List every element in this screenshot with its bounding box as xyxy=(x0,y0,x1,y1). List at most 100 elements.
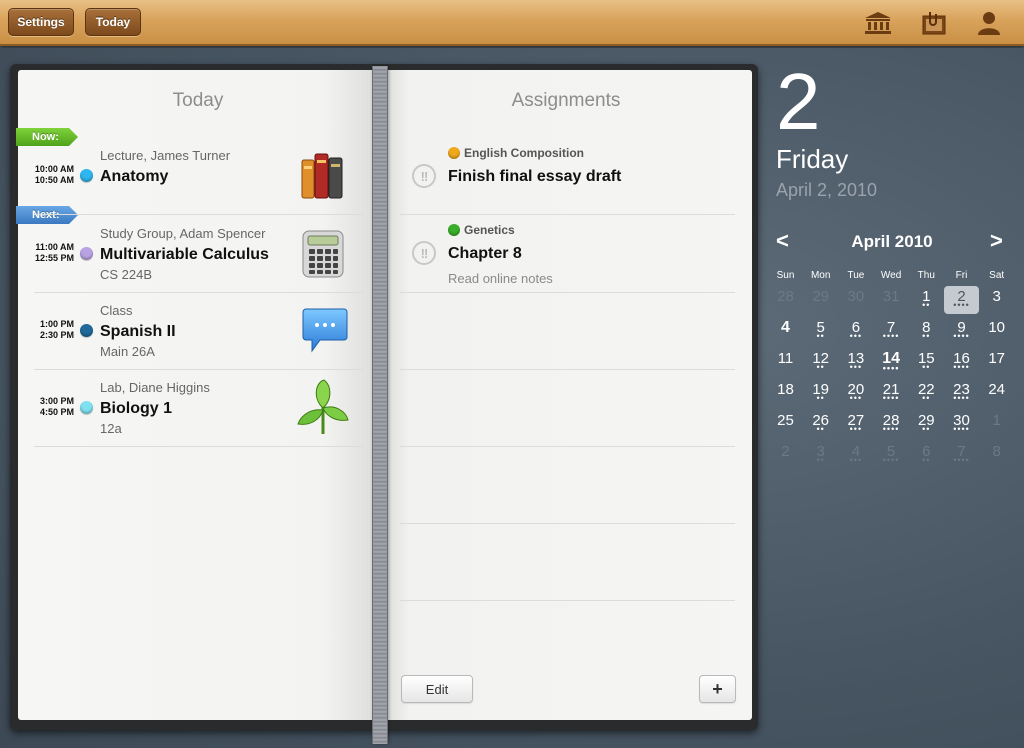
plant-icon xyxy=(296,378,349,434)
next-month-button[interactable]: > xyxy=(990,228,1003,254)
class-row[interactable]: 1:00 PM 2:30 PM Class Spanish II Main 26A xyxy=(22,295,352,371)
class-time: 3:00 PM 4:50 PM xyxy=(39,396,74,417)
calendar-header: April 2010 < > xyxy=(772,228,1012,258)
assignment-course: English Composition xyxy=(448,146,584,160)
calendar-day-number: 29 xyxy=(812,288,830,305)
weekday-header: Mon xyxy=(810,270,831,281)
calendar-day[interactable]: 2 xyxy=(768,441,803,469)
calendar-day[interactable]: 1 •• xyxy=(909,286,944,314)
calendar-day[interactable]: 4 xyxy=(768,317,803,345)
calendar-day[interactable]: 6 ••• xyxy=(838,317,873,345)
calendar-day[interactable]: 7 •••• xyxy=(944,441,979,469)
assignment-row[interactable]: !! Genetics Chapter 8 Read online notes xyxy=(408,217,738,293)
calendar-day[interactable]: 7 •••• xyxy=(874,317,909,345)
calendar-day[interactable]: 31 xyxy=(874,286,909,314)
event-dots: •• xyxy=(816,362,825,372)
calendar-day[interactable]: 21 •••• xyxy=(874,379,909,407)
calendar-day[interactable]: 19 •• xyxy=(803,379,838,407)
calendar-day[interactable]: 8 •• xyxy=(909,317,944,345)
calendar-day[interactable]: 22 •• xyxy=(909,379,944,407)
calendar-day[interactable]: 25 xyxy=(768,410,803,438)
calendar-day[interactable]: 5 •••• xyxy=(874,441,909,469)
class-row[interactable]: 3:00 PM 4:50 PM Lab, Diane Higgins Biolog… xyxy=(22,372,352,448)
event-dots: ••• xyxy=(849,424,863,434)
calendar-day[interactable]: 11 xyxy=(768,348,803,376)
class-color-dot xyxy=(80,324,93,337)
class-subtitle: Class xyxy=(100,303,133,318)
row-divider xyxy=(34,369,364,370)
calendar-day[interactable]: 10 xyxy=(979,317,1014,345)
prev-month-button[interactable]: < xyxy=(776,228,789,254)
class-time: 1:00 PM 2:30 PM xyxy=(39,319,74,340)
calendar-day[interactable]: 5 •• xyxy=(803,317,838,345)
calendar-day[interactable]: 3 xyxy=(979,286,1014,314)
event-dots: •• xyxy=(922,455,931,465)
event-dots: •••• xyxy=(953,424,970,434)
calendar-day-number: 11 xyxy=(777,350,794,367)
event-dots: •••• xyxy=(882,455,900,465)
calendar-day[interactable]: 30 •••• xyxy=(944,410,979,438)
calendar-day[interactable]: 4 ••• xyxy=(838,441,873,469)
calendar-day[interactable]: 27 ••• xyxy=(838,410,873,438)
priority-icon[interactable]: !! xyxy=(412,241,436,265)
calendar-day[interactable]: 14 •••• xyxy=(874,348,909,376)
class-row[interactable]: 10:00 AM 10:50 AM Lecture, James Turner A… xyxy=(22,140,352,216)
weekday-label: Friday xyxy=(776,144,849,174)
settings-button[interactable]: Settings xyxy=(8,8,74,36)
assignment-row[interactable]: !! English Composition Finish final essa… xyxy=(408,140,738,216)
class-room: 12a xyxy=(100,421,122,436)
calendar-day[interactable]: 8 xyxy=(979,441,1014,469)
assignment-clip-icon[interactable] xyxy=(918,8,950,38)
row-divider xyxy=(400,214,735,215)
class-row[interactable]: 11:00 AM 12:55 PM Study Group, Adam Spenc… xyxy=(22,218,352,294)
calendar-day[interactable]: 16 •••• xyxy=(944,348,979,376)
event-dots: ••• xyxy=(849,393,863,403)
calendar-day[interactable]: 3 •• xyxy=(803,441,838,469)
books-icon xyxy=(300,150,348,202)
event-dots: •• xyxy=(922,362,931,372)
weekday-header: Fri xyxy=(955,270,968,281)
calendar-day[interactable]: 9 •••• xyxy=(944,317,979,345)
calendar-day[interactable]: 28 xyxy=(768,286,803,314)
assignment-title: Chapter 8 xyxy=(448,245,522,262)
class-title: Multivariable Calculus xyxy=(100,246,269,263)
calendar-day-number: 25 xyxy=(777,412,794,429)
calendar-day-number: 8 xyxy=(992,443,1001,460)
weekday-header: Wed xyxy=(880,270,902,281)
class-title: Biology 1 xyxy=(100,400,173,417)
calendar-day[interactable]: 18 xyxy=(768,379,803,407)
calendar-day[interactable]: 15 •• xyxy=(909,348,944,376)
calendar-day-selected[interactable]: 2 •••• xyxy=(944,286,979,314)
calendar-day[interactable]: 29 xyxy=(803,286,838,314)
calendar-day[interactable]: 17 xyxy=(979,348,1014,376)
calendar-day[interactable]: 13 ••• xyxy=(838,348,873,376)
priority-icon[interactable]: !! xyxy=(412,164,436,188)
event-dots: •••• xyxy=(953,362,970,372)
calendar-day[interactable]: 1 xyxy=(979,410,1014,438)
row-divider xyxy=(400,369,735,370)
calendar-day[interactable]: 30 xyxy=(838,286,873,314)
class-subtitle: Lecture, James Turner xyxy=(100,148,231,163)
calendar-day[interactable]: 20 ••• xyxy=(838,379,873,407)
event-dots: •• xyxy=(816,393,825,403)
row-divider xyxy=(400,600,735,601)
calendar-day[interactable]: 26 •• xyxy=(803,410,838,438)
event-dots: ••• xyxy=(849,455,863,465)
class-subtitle: Lab, Diane Higgins xyxy=(100,380,210,395)
event-dots: •• xyxy=(816,331,825,341)
calendar-day[interactable]: 28 •••• xyxy=(874,410,909,438)
weekday-header: Sun xyxy=(776,270,795,281)
edit-button[interactable]: Edit xyxy=(401,675,473,703)
calendar-day[interactable]: 6 •• xyxy=(909,441,944,469)
profile-icon[interactable] xyxy=(973,8,1005,38)
calendar-day-number: 31 xyxy=(882,288,900,305)
calendar-day[interactable]: 23 •••• xyxy=(944,379,979,407)
event-dots: •••• xyxy=(953,300,970,310)
class-color-dot xyxy=(80,169,93,182)
calendar-day[interactable]: 29 •• xyxy=(909,410,944,438)
calendar-day[interactable]: 24 xyxy=(979,379,1014,407)
today-button[interactable]: Today xyxy=(85,8,141,36)
school-icon[interactable] xyxy=(862,8,894,38)
calendar-day[interactable]: 12 •• xyxy=(803,348,838,376)
add-assignment-button[interactable]: + xyxy=(699,675,736,703)
